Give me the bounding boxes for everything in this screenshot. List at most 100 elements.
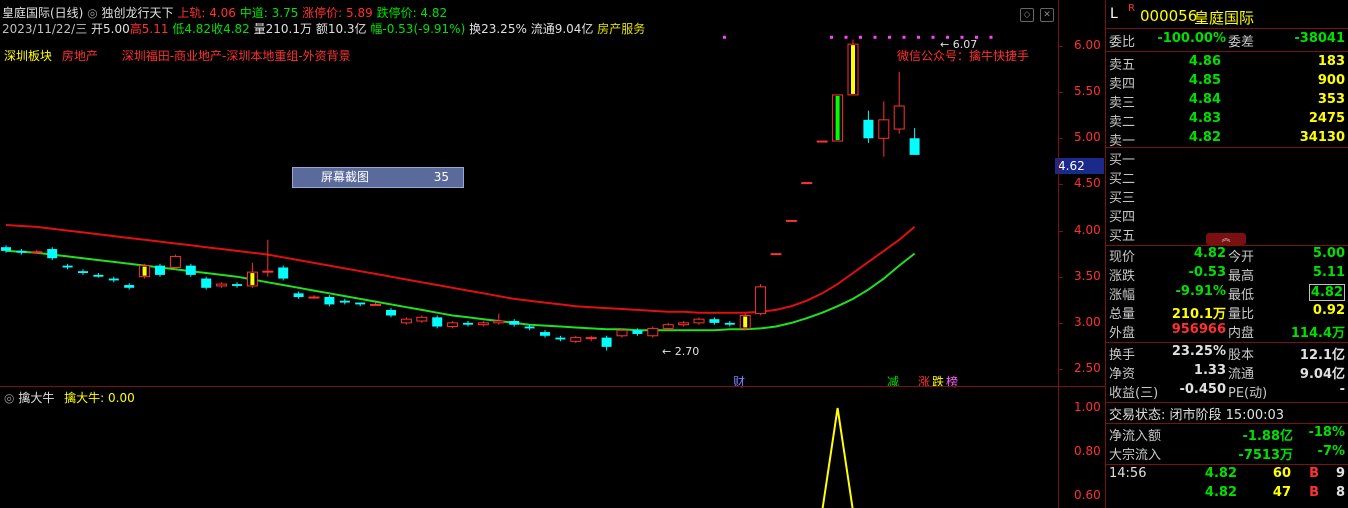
candle-body	[477, 322, 489, 326]
mid-band-label: 中道: 3.75	[239, 6, 299, 20]
bar-close: 收4.82	[211, 22, 250, 36]
tick-side: B	[1309, 466, 1319, 481]
sell-volume: 34130	[1299, 130, 1345, 145]
stat-label-2: 今开	[1228, 250, 1255, 265]
overlay-value: 35	[433, 170, 449, 184]
candle-body	[339, 300, 350, 303]
tick-price: 4.82	[1204, 466, 1237, 481]
stat-label: 换手	[1109, 348, 1136, 363]
buy-row[interactable]: 买一	[1106, 149, 1348, 168]
sell-row[interactable]: 卖三 4.84 353	[1106, 92, 1348, 111]
signal-dot	[844, 35, 848, 39]
stat-label: 总量	[1109, 307, 1136, 322]
signal-mark	[743, 316, 748, 328]
low-mark-value: 2.70	[674, 345, 700, 358]
sell-volume: 183	[1317, 54, 1345, 69]
indicator-tick: 1.00	[1074, 400, 1101, 414]
upper-band-label: 上轨: 4.06	[177, 6, 236, 20]
stat-row: 外盘 956966 内盘 114.4万	[1106, 322, 1348, 341]
tick-count: 8	[1335, 485, 1345, 500]
candle-body	[785, 219, 797, 222]
sell-row[interactable]: 卖五 4.86 183	[1106, 54, 1348, 73]
candle-body	[416, 316, 428, 322]
stat-value-2: -	[1339, 382, 1345, 397]
stat-value: 956966	[1171, 322, 1226, 337]
candle-body	[770, 253, 782, 256]
tag-industry[interactable]: 房地产	[62, 49, 98, 63]
stat-value: 4.82	[1193, 246, 1226, 261]
stat-value-2: 12.1亿	[1299, 348, 1345, 363]
stat-label: 收益(三)	[1109, 386, 1159, 401]
candle-body	[616, 329, 628, 337]
indicator-chart[interactable]	[0, 386, 1058, 508]
candle-body	[16, 250, 27, 253]
bar-volume: 量210.1万	[253, 22, 312, 36]
stat-label-2: 最高	[1228, 269, 1255, 284]
sell-row[interactable]: 卖四 4.85 900	[1106, 73, 1348, 92]
bar-float: 流通9.04亿	[530, 22, 594, 36]
wc-value: -38041	[1294, 31, 1345, 46]
sell-price: 4.82	[1188, 130, 1221, 145]
stat-value: 23.25%	[1171, 344, 1226, 359]
signal-dot	[830, 35, 833, 39]
bar-sector: 房产服务	[597, 22, 646, 36]
stat-label: 外盘	[1109, 326, 1136, 341]
signal-dot	[723, 35, 726, 39]
stat-row: 涨跌 -0.53 最高 5.11	[1106, 265, 1348, 284]
candle-body	[816, 140, 828, 143]
strategy-icon[interactable]: ◎	[87, 6, 97, 20]
candle-body	[878, 119, 890, 139]
close-icon[interactable]: ✕	[1040, 8, 1054, 22]
quote-panel: L R 000056 皇庭国际 委比 -100.00% 委差 -38041 卖五…	[1105, 0, 1348, 508]
tick-count: 9	[1335, 466, 1345, 481]
block-inflow-value: -7513万	[1238, 448, 1293, 463]
buy-row[interactable]: 买三	[1106, 187, 1348, 206]
tick-row[interactable]: 4.82 47 B 8	[1106, 485, 1348, 504]
stat-label-2: 流通	[1228, 367, 1255, 382]
price-tick: 4.00	[1074, 222, 1101, 237]
sep-5	[1106, 342, 1348, 343]
price-tick: 3.00	[1074, 314, 1101, 329]
screenshot-overlay[interactable]: 屏幕截图 35	[292, 167, 464, 188]
expand-orders-icon[interactable]: ︽	[1206, 233, 1246, 245]
overlay-label: 屏幕截图	[321, 170, 370, 184]
candle-body	[185, 265, 196, 275]
sell-row[interactable]: 卖二 4.83 2475	[1106, 111, 1348, 130]
stat-label: 涨跌	[1109, 269, 1136, 284]
sell-label: 卖五	[1109, 58, 1136, 73]
sell-price: 4.86	[1188, 54, 1221, 69]
candle-body	[709, 319, 720, 323]
buy-label: 买四	[1109, 210, 1136, 225]
stat-value-2: 9.04亿	[1299, 367, 1345, 382]
tag-concepts[interactable]: 深圳福田-商业地产-深圳本地重组-外资背景	[122, 49, 351, 63]
candle-body	[724, 322, 735, 325]
collapse-icon[interactable]: ◇	[1020, 8, 1034, 22]
price-tick: 4.50	[1074, 176, 1101, 191]
candle-body	[524, 326, 535, 329]
stat-value: -0.53	[1188, 265, 1226, 280]
indicator-settings-icon[interactable]: ◎	[4, 391, 14, 405]
stat-row: 总量 210.1万 量比 0.92	[1106, 303, 1348, 322]
bar-date: 2023/11/22/三	[2, 22, 88, 36]
tag-board[interactable]: 深圳板块	[4, 49, 52, 63]
sell-volume: 353	[1317, 92, 1345, 107]
candle-body	[1, 247, 11, 251]
sell-label: 卖二	[1109, 115, 1136, 130]
concept-tags: 深圳板块 房地产 深圳福田-商业地产-深圳本地重组-外资背景	[4, 47, 351, 64]
candle-body	[169, 255, 181, 268]
candle-body	[555, 337, 566, 340]
stat-label-2: 内盘	[1228, 326, 1255, 341]
tick-side: B	[1309, 485, 1319, 500]
sell-label: 卖三	[1109, 96, 1136, 111]
buy-row[interactable]: 买二	[1106, 168, 1348, 187]
candle-body	[216, 283, 228, 287]
price-tick: 3.50	[1074, 268, 1101, 283]
tick-row[interactable]: 14:56 4.82 60 B 9	[1106, 466, 1348, 485]
tick-time: 14:56	[1109, 466, 1147, 481]
signal-dot	[859, 35, 862, 39]
bar-high: 高5.11	[129, 22, 169, 36]
panel-mode-icon[interactable]: L	[1110, 6, 1118, 22]
buy-row[interactable]: 买四	[1106, 206, 1348, 225]
tick-volume: 47	[1272, 485, 1291, 500]
candle-body	[693, 318, 705, 324]
